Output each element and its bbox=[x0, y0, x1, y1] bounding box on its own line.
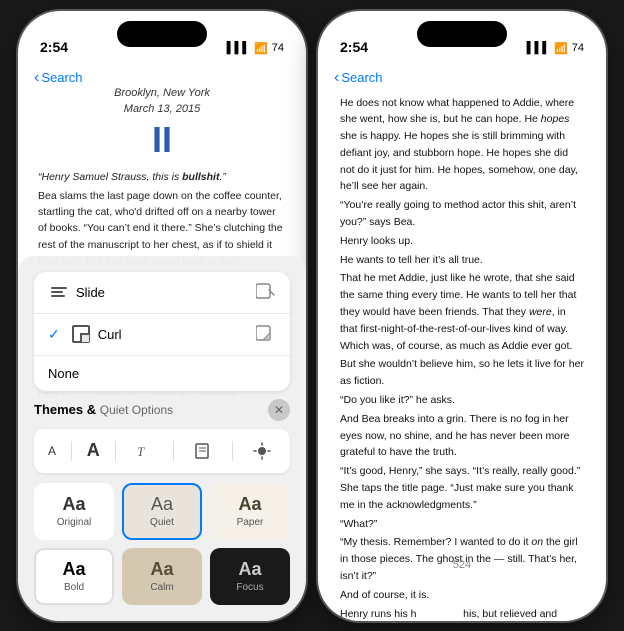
slide-options-menu: Slide ✓ Curl bbox=[34, 272, 290, 391]
none-label: None bbox=[48, 366, 79, 381]
theme-focus-label: Focus bbox=[236, 582, 263, 593]
battery-level: 74 bbox=[272, 42, 284, 54]
curl-icon-right bbox=[256, 324, 276, 345]
right-para-1: He does not know what happened to Addie,… bbox=[340, 95, 584, 196]
page-number: 524 bbox=[318, 555, 606, 575]
back-button-left[interactable]: ‹ Search bbox=[34, 69, 83, 87]
wifi-icon: 📶 bbox=[254, 42, 268, 55]
theme-calm-label: Calm bbox=[150, 582, 173, 593]
chapter-number: II bbox=[38, 119, 286, 161]
theme-bold-label: Bold bbox=[64, 582, 84, 593]
right-para-13: Henry runs his h his, but relieved and l… bbox=[340, 606, 584, 621]
dynamic-island bbox=[117, 21, 207, 47]
font-book-button[interactable] bbox=[189, 437, 217, 465]
status-icons-left: ▌▌▌ 📶 74 bbox=[227, 42, 284, 55]
dynamic-island-right bbox=[417, 21, 507, 47]
signal-icon-right: ▌▌▌ bbox=[527, 42, 550, 54]
font-size-large: A bbox=[87, 440, 100, 461]
right-para-8: And Bea breaks into a grin. There is no … bbox=[340, 411, 584, 461]
themes-header: Themes & Quiet Options ✕ bbox=[34, 399, 290, 421]
status-time-right: 2:54 bbox=[340, 39, 368, 55]
font-size-small: A bbox=[48, 444, 56, 458]
curl-icon bbox=[70, 325, 92, 343]
right-phone: 2:54 ▌▌▌ 📶 74 ‹ Search He does not know … bbox=[318, 11, 606, 621]
right-para-2: “You’re really going to method actor thi… bbox=[340, 197, 584, 231]
book-para-1: “Henry Samuel Strauss, this is bullshit.… bbox=[38, 169, 286, 185]
nav-bar-right: ‹ Search bbox=[318, 61, 606, 87]
font-style-button[interactable]: T bbox=[130, 437, 158, 465]
theme-paper-preview: Aa bbox=[238, 495, 261, 513]
themes-title-block: Themes & Quiet Options bbox=[34, 402, 173, 417]
curl-label: Curl bbox=[98, 327, 122, 342]
left-phone: 2:54 ▌▌▌ 📶 74 ‹ Search Brooklyn, New Yor… bbox=[18, 11, 306, 621]
book-location: Brooklyn, New York bbox=[38, 87, 286, 99]
slide-label: Slide bbox=[76, 285, 105, 300]
font-divider-1 bbox=[71, 441, 72, 461]
svg-text:T: T bbox=[137, 444, 145, 459]
themes-grid: Aa Original Aa Quiet Aa Paper Aa Bold Aa bbox=[34, 483, 290, 605]
font-divider-2 bbox=[115, 441, 116, 461]
back-button-right[interactable]: ‹ Search bbox=[334, 69, 383, 87]
theme-focus[interactable]: Aa Focus bbox=[210, 548, 290, 605]
font-divider-4 bbox=[232, 441, 233, 461]
slide-option-slide[interactable]: Slide bbox=[34, 272, 290, 314]
book-date: March 13, 2015 bbox=[38, 103, 286, 115]
back-label-right: Search bbox=[341, 70, 382, 85]
themes-title: Themes & Quiet Options bbox=[34, 402, 173, 417]
status-icons-right: ▌▌▌ 📶 74 bbox=[527, 42, 584, 55]
back-label-left: Search bbox=[41, 70, 82, 85]
battery-level-right: 74 bbox=[572, 42, 584, 54]
brightness-button[interactable] bbox=[248, 437, 276, 465]
theme-paper[interactable]: Aa Paper bbox=[210, 483, 290, 540]
phones-container: 2:54 ▌▌▌ 📶 74 ‹ Search Brooklyn, New Yor… bbox=[18, 11, 606, 621]
theme-original-preview: Aa bbox=[62, 495, 85, 513]
slide-icon-right bbox=[256, 282, 276, 303]
slide-option-curl[interactable]: ✓ Curl bbox=[34, 314, 290, 356]
theme-original[interactable]: Aa Original bbox=[34, 483, 114, 540]
theme-quiet-label: Quiet bbox=[150, 517, 174, 528]
nav-bar-left: ‹ Search bbox=[18, 61, 306, 87]
theme-bold[interactable]: Aa Bold bbox=[34, 548, 114, 605]
book-text-main: He does not know what happened to Addie,… bbox=[318, 87, 606, 621]
theme-calm-preview: Aa bbox=[150, 560, 173, 578]
checkmark-icon: ✓ bbox=[48, 326, 60, 343]
right-para-12: And of course, it is. bbox=[340, 587, 584, 604]
theme-calm[interactable]: Aa Calm bbox=[122, 548, 202, 605]
overlay-panel: Slide ✓ Curl bbox=[18, 256, 306, 621]
theme-original-label: Original bbox=[57, 517, 91, 528]
wifi-icon-right: 📶 bbox=[554, 42, 568, 55]
signal-icon: ▌▌▌ bbox=[227, 42, 250, 54]
font-controls: A A T bbox=[34, 429, 290, 473]
back-chevron-icon-right: ‹ bbox=[334, 69, 339, 87]
theme-quiet-preview: Aa bbox=[151, 495, 173, 513]
font-divider-3 bbox=[173, 441, 174, 461]
right-para-5: That he met Addie, just like he wrote, t… bbox=[340, 270, 584, 354]
right-para-9: “It’s good, Henry,” she says. “It’s real… bbox=[340, 463, 584, 513]
theme-bold-preview: Aa bbox=[62, 560, 85, 578]
right-para-10: “What?” bbox=[340, 516, 584, 533]
theme-focus-preview: Aa bbox=[238, 560, 261, 578]
right-para-7: “Do you like it?” he asks. bbox=[340, 392, 584, 409]
slide-option-none[interactable]: None bbox=[34, 356, 290, 391]
theme-quiet[interactable]: Aa Quiet bbox=[122, 483, 202, 540]
close-button[interactable]: ✕ bbox=[268, 399, 290, 421]
right-para-6: But she wouldn’t believe him, so he lets… bbox=[340, 356, 584, 390]
theme-paper-label: Paper bbox=[237, 517, 264, 528]
back-chevron-icon: ‹ bbox=[34, 69, 39, 87]
right-para-4: He wants to tell her it’s all true. bbox=[340, 252, 584, 269]
slide-lines-icon bbox=[48, 283, 70, 301]
right-para-3: Henry looks up. bbox=[340, 233, 584, 250]
status-time-left: 2:54 bbox=[40, 39, 68, 55]
